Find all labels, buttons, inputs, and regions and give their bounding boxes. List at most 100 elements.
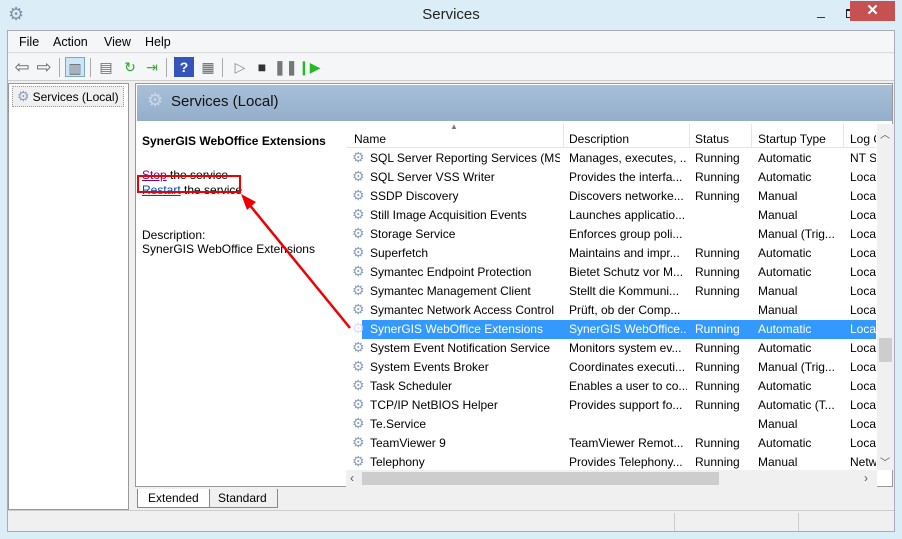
gear-icon: ⚙ bbox=[147, 90, 164, 110]
vertical-scroll-thumb[interactable] bbox=[879, 338, 892, 362]
cell-desc: Prüft, ob der Comp... bbox=[569, 303, 681, 317]
cell-status: Running bbox=[695, 246, 740, 260]
cell-logon: Loca bbox=[850, 360, 876, 374]
cell-name: Symantec Management Client bbox=[370, 284, 531, 298]
tab-extended[interactable]: Extended bbox=[137, 489, 210, 508]
cell-startup: Manual bbox=[758, 189, 798, 203]
horizontal-scrollbar[interactable]: ‹ › bbox=[346, 470, 877, 487]
cell-desc: Provides the interfa... bbox=[569, 170, 683, 184]
gear-icon: ⚙ bbox=[352, 282, 365, 298]
service-row[interactable]: ⚙ Symantec Network Access Control Prüft, o… bbox=[346, 301, 876, 320]
gear-icon: ⚙ bbox=[352, 453, 365, 469]
cell-startup: Automatic bbox=[758, 322, 812, 336]
gear-icon: ⚙ bbox=[352, 263, 365, 279]
service-row[interactable]: ⚙ SQL Server VSS Writer Provides the inter… bbox=[346, 168, 876, 187]
gear-icon: ⚙ bbox=[352, 187, 365, 203]
column-description[interactable]: Description bbox=[569, 132, 629, 148]
service-row[interactable]: ⚙ Still Image Acquisition Events Launches … bbox=[346, 206, 876, 225]
cell-status: Running bbox=[695, 398, 740, 412]
start-service-icon[interactable]: ▷ bbox=[230, 57, 250, 77]
service-row[interactable]: ⚙ Te.Service Manual Loca bbox=[346, 415, 876, 434]
service-row[interactable]: ⚙ TCP/IP NetBIOS Helper Provides support f… bbox=[346, 396, 876, 415]
service-row[interactable]: ⚙ SQL Server Reporting Services (MS... Man… bbox=[346, 149, 876, 168]
cell-desc: Discovers networke... bbox=[569, 189, 684, 203]
cell-name: Te.Service bbox=[370, 417, 427, 431]
pane-title: Services (Local) bbox=[171, 93, 279, 110]
cell-status: Running bbox=[695, 455, 740, 469]
forward-icon[interactable]: ⇨ bbox=[34, 57, 54, 77]
services-pane: ⚙ Services (Local) SynerGIS WebOffice Ex… bbox=[135, 83, 894, 487]
service-row[interactable]: ⚙ SynerGIS WebOffice Extensions SynerGIS W… bbox=[352, 320, 876, 339]
gear-icon: ⚙ bbox=[352, 301, 365, 317]
gear-icon: ⚙ bbox=[352, 244, 365, 260]
column-status[interactable]: Status bbox=[695, 132, 729, 148]
cell-logon: Loca bbox=[850, 322, 876, 336]
cell-startup: Automatic bbox=[758, 379, 812, 393]
restart-service-icon[interactable]: ❙▶ bbox=[298, 57, 321, 77]
pause-service-icon[interactable]: ❚❚ bbox=[274, 57, 297, 77]
cell-name: SSDP Discovery bbox=[370, 189, 459, 203]
tree-item-services-local[interactable]: ⚙ Services (Local) bbox=[12, 86, 124, 107]
service-row[interactable]: ⚙ Storage Service Enforces group poli... Ma… bbox=[346, 225, 876, 244]
gear-icon: ⚙ bbox=[352, 396, 365, 412]
menu-file[interactable]: File bbox=[19, 35, 39, 49]
title-bar: ⚙ Services _ ✕ bbox=[0, 0, 902, 30]
gear-icon: ⚙ bbox=[352, 225, 365, 241]
gear-icon: ⚙ bbox=[352, 320, 365, 336]
cell-status: Running bbox=[695, 341, 740, 355]
show-action-pane-icon[interactable]: ▦ bbox=[198, 57, 218, 77]
cell-name: Superfetch bbox=[370, 246, 429, 260]
service-row[interactable]: ⚙ Superfetch Maintains and impr... Running A… bbox=[346, 244, 876, 263]
scroll-down-icon[interactable]: ﹀ bbox=[880, 454, 890, 469]
stop-service-icon[interactable]: ■ bbox=[252, 57, 272, 77]
cell-logon: Loca bbox=[850, 341, 876, 355]
cell-startup: Automatic bbox=[758, 341, 812, 355]
cell-desc: Provides Telephony... bbox=[569, 455, 683, 469]
service-row[interactable]: ⚙ TeamViewer 9 TeamViewer Remot... Running A… bbox=[346, 434, 876, 453]
properties-icon[interactable]: ▤ bbox=[96, 57, 116, 77]
cell-desc: Bietet Schutz vor M... bbox=[569, 265, 684, 279]
cell-status: Running bbox=[695, 360, 740, 374]
cell-startup: Automatic bbox=[758, 246, 812, 260]
scroll-right-icon[interactable]: › bbox=[864, 471, 868, 485]
cell-desc: Provides support fo... bbox=[569, 398, 683, 412]
gear-icon: ⚙ bbox=[352, 377, 365, 393]
column-name[interactable]: Name bbox=[354, 132, 386, 148]
scroll-left-icon[interactable]: ‹ bbox=[350, 471, 354, 485]
column-log-on-as[interactable]: Log On As bbox=[850, 132, 876, 148]
service-row[interactable]: ⚙ System Event Notification Service Monito… bbox=[346, 339, 876, 358]
close-button[interactable]: ✕ bbox=[850, 1, 895, 21]
gear-icon: ⚙ bbox=[352, 206, 365, 222]
show-hide-console-tree-icon[interactable]: ▥ bbox=[65, 57, 85, 77]
help-icon[interactable]: ? bbox=[174, 57, 194, 77]
cell-status: Running bbox=[695, 151, 740, 165]
cell-logon: Loca bbox=[850, 379, 876, 393]
scroll-up-icon[interactable]: ︿ bbox=[880, 126, 890, 141]
column-startup-type[interactable]: Startup Type bbox=[758, 132, 826, 148]
menu-action[interactable]: Action bbox=[53, 35, 88, 49]
service-row[interactable]: ⚙ Symantec Endpoint Protection Bietet Schu… bbox=[346, 263, 876, 282]
vertical-scrollbar[interactable]: ︿ ﹀ bbox=[877, 124, 894, 470]
cell-desc: Enforces group poli... bbox=[569, 227, 683, 241]
export-list-icon[interactable]: ⇥ bbox=[142, 57, 162, 77]
gear-icon: ⚙ bbox=[17, 88, 30, 104]
menu-bar: File Action View Help bbox=[8, 31, 894, 53]
service-row[interactable]: ⚙ Symantec Management Client Stellt die Ko… bbox=[346, 282, 876, 301]
cell-name: System Events Broker bbox=[370, 360, 489, 374]
cell-logon: NT S bbox=[850, 151, 876, 165]
service-row[interactable]: ⚙ System Events Broker Coordinates executi… bbox=[346, 358, 876, 377]
service-row[interactable]: ⚙ SSDP Discovery Discovers networke... Runn… bbox=[346, 187, 876, 206]
back-icon[interactable]: ⇦ bbox=[12, 57, 32, 77]
cell-logon: Loca bbox=[850, 265, 876, 279]
menu-help[interactable]: Help bbox=[145, 35, 171, 49]
cell-desc: Enables a user to co... bbox=[569, 379, 687, 393]
minimize-button[interactable]: _ bbox=[806, 2, 836, 22]
gear-icon: ⚙ bbox=[352, 434, 365, 450]
description-text: SynerGIS WebOffice Extensions bbox=[142, 242, 315, 256]
service-row[interactable]: ⚙ Task Scheduler Enables a user to co... Ru… bbox=[346, 377, 876, 396]
tab-standard[interactable]: Standard bbox=[207, 489, 278, 508]
gear-icon: ⚙ bbox=[352, 149, 365, 165]
horizontal-scroll-thumb[interactable] bbox=[362, 472, 719, 485]
menu-view[interactable]: View bbox=[104, 35, 131, 49]
refresh-icon[interactable]: ↻ bbox=[120, 57, 140, 77]
